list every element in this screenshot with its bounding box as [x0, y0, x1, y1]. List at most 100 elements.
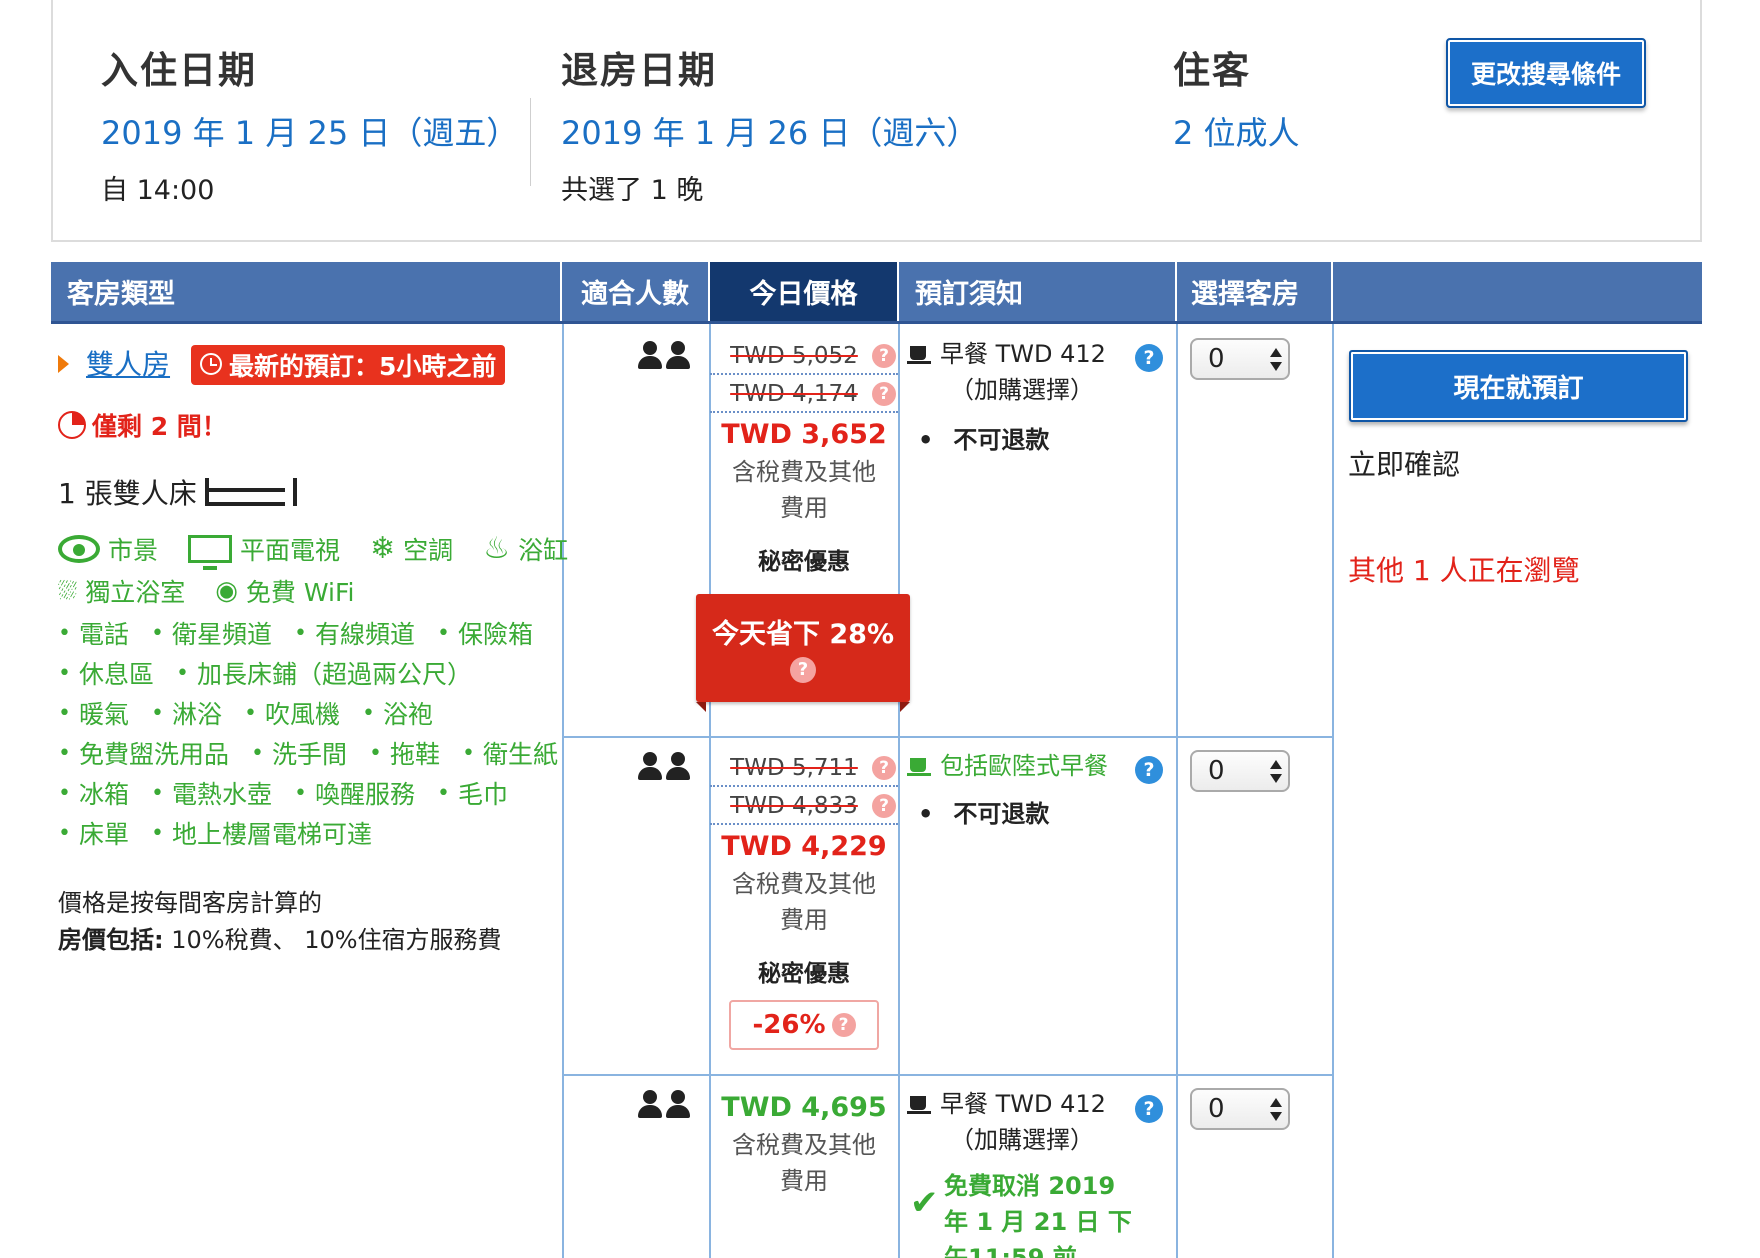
price-note-includes: 房價包括: 10%稅費、 10%住宿方服務費 [58, 926, 502, 954]
room-table-header: 客房類型 適合人數 今日價格 預訂須知 選擇客房 [51, 262, 1702, 324]
change-search-button[interactable]: 更改搜尋條件 [1446, 38, 1646, 108]
amenity-item: 加長床鋪（超過兩公尺） [176, 655, 472, 691]
amenity-item: 地上樓層電梯可達 [151, 815, 372, 851]
original-price: TWD 5,711? [710, 749, 898, 787]
feature-bathtub: ♨ 浴缸 [483, 531, 569, 566]
price-note: 價格是按每間客房計算的 房價包括: 10%稅費、 10%住宿方服務費 [58, 885, 502, 959]
header-select-rooms: 選擇客房 [1177, 262, 1333, 321]
room-quantity-select[interactable]: 0 [1190, 338, 1290, 380]
checkout-block: 退房日期 2019 年 1 月 26 日（週六） 共選了 1 晚 [561, 40, 978, 207]
question-icon[interactable]: ? [872, 756, 896, 780]
header-booking-notes: 預訂須知 [899, 262, 1177, 321]
guests-label: 住客 [1173, 49, 1251, 92]
non-refundable: 不可退款 [910, 422, 1180, 458]
amenity-row: 休息區 加長床鋪（超過兩公尺） [58, 653, 580, 693]
question-icon[interactable]: ? [872, 344, 896, 368]
question-icon[interactable]: ? [872, 794, 896, 818]
amenity-item: 有線頻道 [294, 615, 415, 651]
current-price: TWD 3,652 [721, 419, 887, 450]
guests-block: 住客 2 位成人 [1173, 40, 1300, 154]
amenity-item: 浴袍 [362, 695, 433, 731]
divider [530, 98, 531, 186]
tax-included-note: 含稅費及其他 費用 [732, 1131, 876, 1195]
amenity-item: 吹風機 [244, 695, 340, 731]
amenity-item: 冰箱 [58, 775, 129, 811]
free-cancellation: ✔ 免費取消 2019 年 1 月 21 日 下午11:59 前 [910, 1168, 1180, 1258]
savings-ribbon: 今天省下 28% ? [696, 594, 910, 712]
current-price: TWD 4,229 [721, 831, 887, 862]
header-room-type: 客房類型 [51, 262, 562, 321]
grid-line [898, 324, 900, 1258]
amenity-row: 暖氣 淋浴 吹風機 浴袍 [58, 693, 580, 733]
question-icon[interactable]: ? [1135, 1095, 1163, 1123]
room-quantity-select[interactable]: 0 [1190, 1088, 1290, 1130]
room-quantity-select[interactable]: 0 [1190, 750, 1290, 792]
coffee-cup-icon [907, 1092, 932, 1114]
amenity-item: 洗手間 [251, 735, 347, 771]
amenity-row: 床單 地上樓層電梯可達 [58, 813, 580, 853]
recent-booking-text: 最新的預訂：5小時之前 [229, 352, 497, 381]
coffee-cup-icon [907, 754, 932, 776]
amenity-item: 毛巾 [437, 775, 508, 811]
room-name-link[interactable]: 雙人房 [86, 343, 170, 383]
grid-line [1332, 324, 1334, 1258]
current-price: TWD 4,695 [721, 1092, 887, 1123]
amenity-item: 床單 [58, 815, 129, 851]
amenity-item: 電話 [58, 615, 129, 651]
eye-icon [58, 535, 100, 563]
grid-line [562, 1074, 1332, 1076]
feature-private-bathroom: ⛆ 獨立浴室 [58, 577, 186, 607]
feature-free-wifi: ◉ 免費 WiFi [215, 576, 355, 607]
nights-count: 共選了 1 晚 [561, 175, 704, 206]
question-icon[interactable]: ? [1135, 344, 1163, 372]
grid-line [562, 736, 1332, 738]
amenity-item: 休息區 [58, 655, 154, 691]
coffee-cup-icon [907, 342, 932, 364]
tax-included-note: 含稅費及其他 費用 [732, 870, 876, 934]
feature-flat-tv: 平面電視 [188, 531, 340, 570]
question-icon[interactable]: ? [872, 382, 896, 406]
amenity-item: 衛生紙 [462, 735, 558, 771]
book-now-button[interactable]: 現在就預訂 [1349, 350, 1688, 422]
amenity-item: 暖氣 [58, 695, 129, 731]
viewers-notice: 其他 1 人正在瀏覽 [1348, 554, 1580, 587]
amenity-item: 淋浴 [151, 695, 222, 731]
addon-note: （加購選擇） [950, 376, 1094, 404]
amenity-item: 電熱水壺 [151, 775, 272, 811]
bed-text: 1 張雙人床 [58, 477, 197, 510]
two-adults-icon [638, 752, 692, 780]
recent-booking-badge: 最新的預訂：5小時之前 [191, 345, 506, 385]
amenity-row: 冰箱 電熱水壺 喚醒服務 毛巾 [58, 773, 580, 813]
amenity-item: 免費盥洗用品 [58, 735, 229, 771]
tax-included-note: 含稅費及其他 費用 [732, 458, 876, 522]
question-icon[interactable]: ? [1135, 756, 1163, 784]
checkin-date: 2019 年 1 月 25 日（週五） [101, 114, 519, 152]
tv-icon [188, 535, 233, 570]
rooms-left-warning: 僅剩 2 間！ [58, 407, 227, 443]
amenity-item: 喚醒服務 [294, 775, 415, 811]
price-cell-offer-1: TWD 5,052? TWD 4,174? TWD 3,652 含稅費及其他 費用… [710, 337, 898, 576]
original-price: TWD 5,052? [710, 337, 898, 375]
guests-value: 2 位成人 [1173, 114, 1300, 152]
question-icon[interactable]: ? [831, 1013, 856, 1037]
amenity-item: 保險箱 [437, 615, 533, 651]
feature-air-conditioning: ❄ 空調 [370, 531, 454, 566]
price-cell-offer-2: TWD 5,711? TWD 4,833? TWD 4,229 含稅費及其他 費用… [710, 749, 898, 988]
room-features: 市景 平面電視 ❄ 空調 ♨ 浴缸 ⛆ 獨立浴室 ◉ 免費 WiFi [58, 530, 568, 610]
alarm-clock-icon [200, 353, 222, 375]
checkout-label: 退房日期 [561, 49, 717, 92]
secret-deal-label: 秘密優惠 [758, 961, 850, 987]
search-summary: 入住日期 2019 年 1 月 25 日（週五） 自 14:00 退房日期 20… [51, 0, 1702, 242]
bathtub-icon: ♨ [483, 531, 511, 566]
two-adults-icon [638, 1090, 692, 1118]
price-cell-offer-3: TWD 4,695 含稅費及其他 費用 [710, 1092, 898, 1199]
discount-badge: -26%? [729, 1000, 879, 1050]
savings-text: 今天省下 28% [711, 619, 895, 650]
amenity-item: 衛星頻道 [151, 615, 272, 651]
question-icon[interactable]: ? [790, 657, 816, 683]
rooms-left-text: 僅剩 2 間！ [92, 412, 227, 441]
caret-right-icon[interactable] [58, 355, 69, 373]
checkin-time: 自 14:00 [101, 175, 215, 206]
double-bed-icon [204, 478, 297, 506]
previous-price: TWD 4,174? [710, 375, 898, 413]
